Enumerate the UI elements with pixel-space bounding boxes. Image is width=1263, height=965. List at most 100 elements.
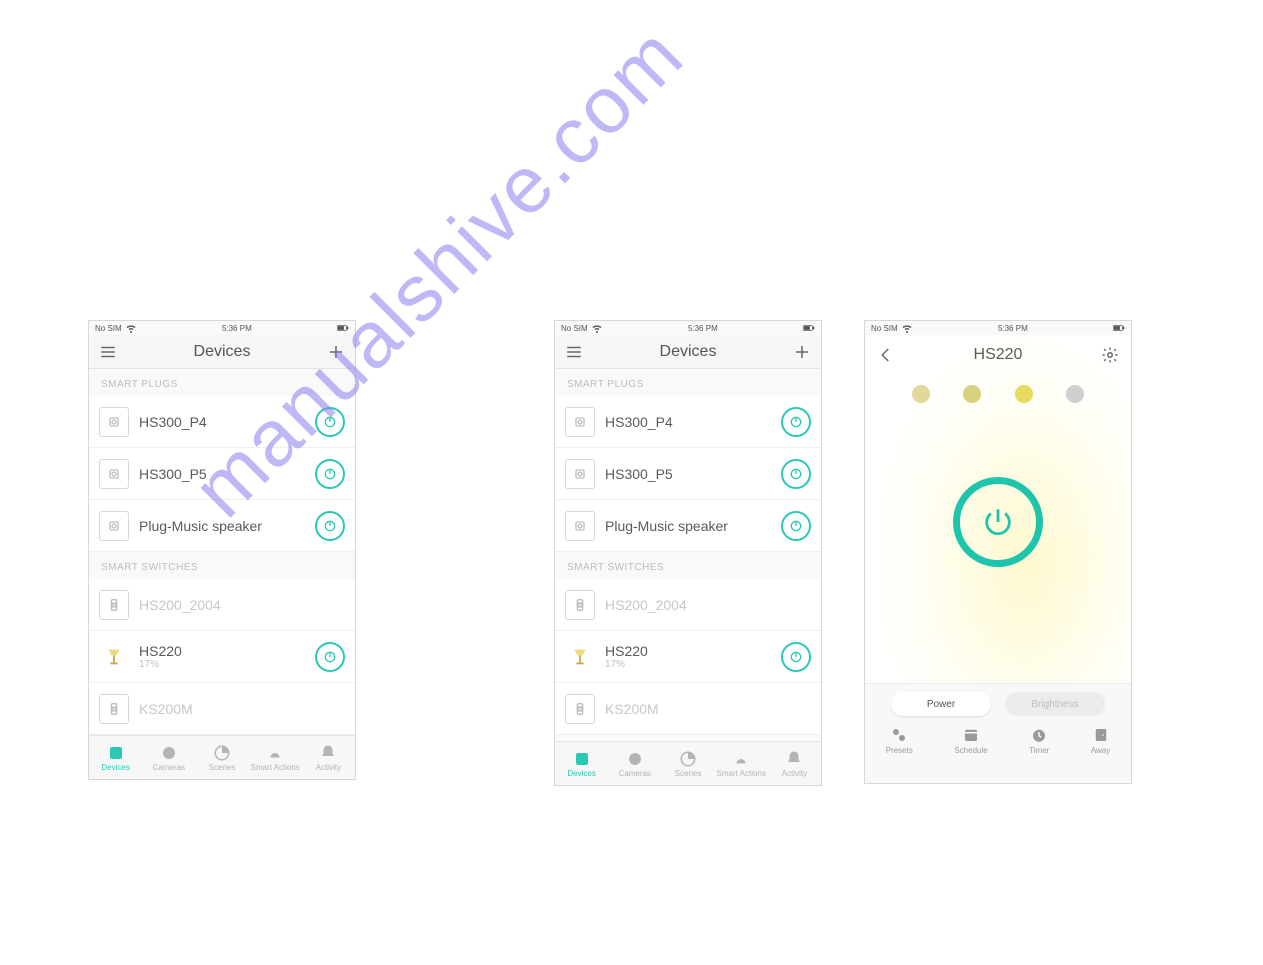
clock-text: 5:36 PM: [222, 324, 252, 333]
clock-text: 5:36 PM: [688, 324, 718, 333]
wifi-icon: [125, 322, 137, 334]
plug-icon: [99, 459, 129, 489]
power-toggle[interactable]: [315, 642, 345, 672]
lamp-icon: [565, 642, 595, 672]
tab-smart-actions[interactable]: Smart Actions: [249, 736, 302, 779]
status-bar: No SIM 5:36 PM: [865, 321, 1131, 335]
device-row[interactable]: HS200_2004: [89, 579, 355, 631]
power-toggle[interactable]: [781, 642, 811, 672]
tab-scenes[interactable]: Scenes: [195, 736, 248, 779]
battery-icon: [803, 322, 815, 334]
add-icon[interactable]: [793, 343, 811, 361]
pill-power[interactable]: Power: [891, 692, 991, 716]
tab-smart-actions[interactable]: Smart Actions: [715, 742, 768, 785]
carrier-text: No SIM: [561, 324, 588, 333]
device-name: HS300_P4: [605, 414, 771, 430]
plug-icon: [565, 511, 595, 541]
tab-activity[interactable]: Activity: [302, 736, 355, 779]
nav-header: Devices: [89, 335, 355, 369]
device-row[interactable]: HS300_P4: [555, 396, 821, 448]
plug-icon: [565, 407, 595, 437]
device-name: HS220: [139, 643, 305, 659]
device-row[interactable]: KS200M: [555, 683, 821, 735]
power-toggle[interactable]: [315, 407, 345, 437]
tab-devices[interactable]: Devices: [89, 736, 142, 779]
battery-icon: [1113, 322, 1125, 334]
lamp-icon: [99, 642, 129, 672]
wifi-icon: [901, 322, 913, 334]
device-row[interactable]: HS300_P5: [555, 448, 821, 500]
power-toggle[interactable]: [781, 459, 811, 489]
preset-dot[interactable]: [1015, 385, 1033, 403]
switch-icon: [565, 590, 595, 620]
device-brightness: 17%: [605, 659, 771, 670]
preset-dot[interactable]: [963, 385, 981, 403]
pill-brightness[interactable]: Brightness: [1005, 692, 1105, 716]
device-name: HS220: [605, 643, 771, 659]
wifi-icon: [591, 322, 603, 334]
carrier-text: No SIM: [871, 324, 898, 333]
device-row[interactable]: HS300_P4: [89, 396, 355, 448]
tab-cameras[interactable]: Cameras: [142, 736, 195, 779]
add-icon[interactable]: [327, 343, 345, 361]
nav-header: Devices: [555, 335, 821, 369]
clock-text: 5:36 PM: [998, 324, 1028, 333]
tab-presets[interactable]: Presets: [886, 726, 913, 755]
device-row[interactable]: Plug-Music speaker: [555, 500, 821, 552]
status-bar: No SIM 5:36 PM: [89, 321, 355, 335]
device-name: Plug-Music speaker: [605, 518, 771, 534]
menu-icon[interactable]: [565, 343, 583, 361]
bottom-tabbar: Devices Cameras Scenes Smart Actions Act…: [555, 741, 821, 785]
switch-icon: [99, 590, 129, 620]
phone-screenshot-device-detail: No SIM 5:36 PM HS220 Power Brightness: [864, 320, 1132, 784]
device-name: Plug-Music speaker: [139, 518, 305, 534]
tab-activity[interactable]: Activity: [768, 742, 821, 785]
device-brightness: 17%: [139, 659, 305, 670]
phone-screenshot-devices-2: No SIM 5:36 PM Devices SMART PLUGS HS300…: [554, 320, 822, 786]
plug-icon: [99, 407, 129, 437]
device-name: HS200_2004: [605, 597, 811, 613]
device-title: HS220: [974, 346, 1023, 364]
menu-icon[interactable]: [99, 343, 117, 361]
carrier-text: No SIM: [95, 324, 122, 333]
device-name: HS300_P4: [139, 414, 305, 430]
preset-dots: [865, 375, 1131, 407]
power-toggle[interactable]: [315, 459, 345, 489]
section-plugs-label: SMART PLUGS: [89, 369, 355, 396]
preset-dot[interactable]: [912, 385, 930, 403]
device-row[interactable]: HS300_P5: [89, 448, 355, 500]
section-switches-label: SMART SWITCHES: [89, 552, 355, 579]
tab-cameras[interactable]: Cameras: [608, 742, 661, 785]
back-icon[interactable]: [877, 346, 895, 364]
tab-scenes[interactable]: Scenes: [661, 742, 714, 785]
tab-schedule[interactable]: Schedule: [954, 726, 987, 755]
section-switches-label: SMART SWITCHES: [555, 552, 821, 579]
device-name: HS300_P5: [605, 466, 771, 482]
device-row[interactable]: Plug-Music speaker: [89, 500, 355, 552]
tab-timer[interactable]: Timer: [1029, 726, 1049, 755]
detail-header: HS220: [865, 335, 1131, 375]
power-toggle[interactable]: [781, 511, 811, 541]
power-button[interactable]: [953, 477, 1043, 567]
device-row[interactable]: KS200M: [89, 683, 355, 735]
bottom-tabbar: Devices Cameras Scenes Smart Actions Act…: [89, 735, 355, 779]
battery-icon: [337, 322, 349, 334]
plug-icon: [565, 459, 595, 489]
bottom-panel: Power Brightness Presets Schedule Timer: [865, 683, 1131, 783]
page-title: Devices: [660, 343, 717, 361]
device-row[interactable]: HS200_2004: [555, 579, 821, 631]
device-name: KS200M: [139, 701, 345, 717]
device-name: KS200M: [605, 701, 811, 717]
device-name: HS200_2004: [139, 597, 345, 613]
switch-icon: [565, 694, 595, 724]
tab-away[interactable]: Away: [1091, 726, 1110, 755]
settings-icon[interactable]: [1101, 346, 1119, 364]
plug-icon: [99, 511, 129, 541]
power-toggle[interactable]: [315, 511, 345, 541]
device-name: HS300_P5: [139, 466, 305, 482]
tab-devices[interactable]: Devices: [555, 742, 608, 785]
preset-dot[interactable]: [1066, 385, 1084, 403]
power-toggle[interactable]: [781, 407, 811, 437]
device-row[interactable]: HS220 17%: [555, 631, 821, 683]
device-row[interactable]: HS220 17%: [89, 631, 355, 683]
